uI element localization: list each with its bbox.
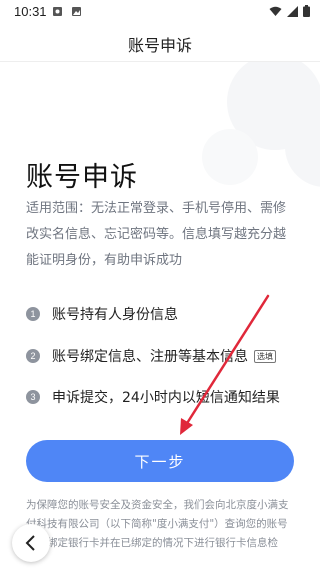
wifi-icon [269,6,282,16]
footer-notice: 为保障您的账号安全及资金安全，我们会向北京度小满支付科技有限公司（以下简称"度小… [26,499,289,549]
status-notification-icons [52,6,82,17]
image-notification-icon [72,7,81,16]
chevron-left-icon [25,535,35,551]
battery-icon [303,5,310,17]
nav-title: 账号申诉 [127,36,192,55]
nav-bar: 账号申诉 [0,24,320,62]
signal-icon [287,5,298,17]
back-button[interactable] [12,524,50,562]
step-number-badge: 2 [26,349,40,363]
step-text: 账号绑定信息、注册等基本信息 [52,349,248,365]
photo-notification-icon [53,7,62,16]
page-title: 账号申诉 [26,162,138,193]
status-time: 10:31 [14,4,47,19]
step-number-badge: 3 [26,390,40,404]
step-item-3: 3 申诉提交，24小时内以短信通知结果 [26,385,306,409]
status-bar: 10:31 [0,0,320,24]
step-item-1: 1 账号持有人身份信息 [26,302,306,326]
step-text: 申诉提交，24小时内以短信通知结果 [52,390,280,406]
status-system-icons [269,5,310,17]
scope-description: 适用范围：无法正常登录、手机号停用、需修改实名信息、忘记密码等。信息填写越充分越… [26,201,287,268]
step-number-badge: 1 [26,307,40,321]
optional-tag: 选填 [254,349,276,363]
next-step-button[interactable]: 下一步 [26,440,294,482]
step-item-2: 2 账号绑定信息、注册等基本信息 选填 [26,344,306,368]
step-text: 账号持有人身份信息 [52,307,178,323]
